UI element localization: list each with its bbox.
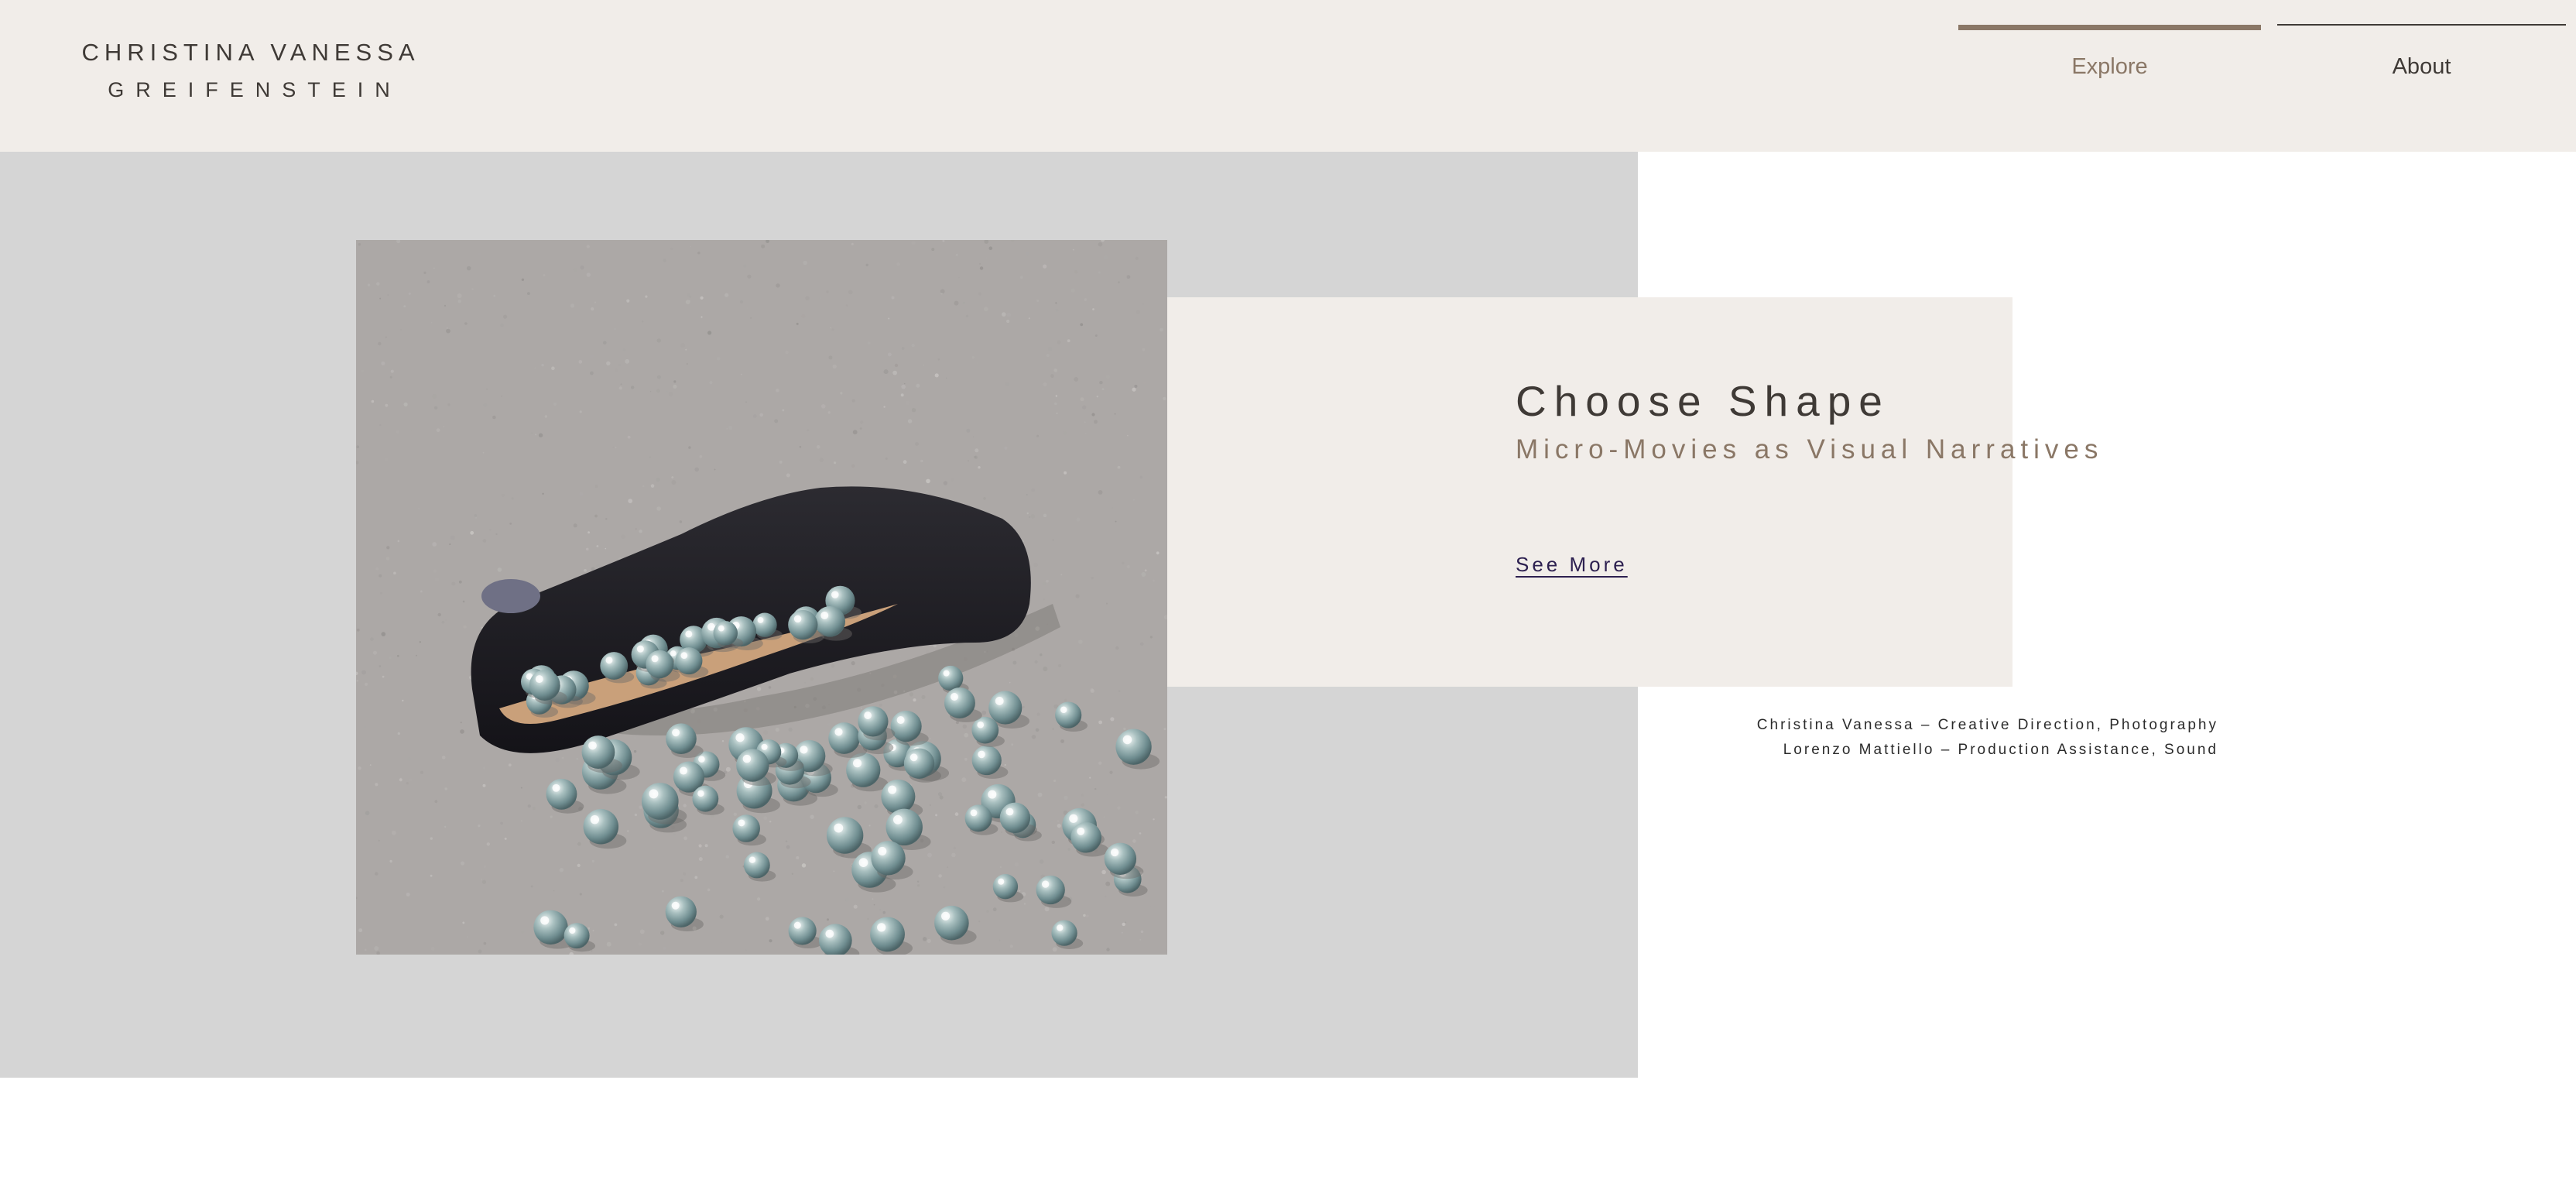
project-photo[interactable] <box>356 240 1167 955</box>
nav-item-about[interactable]: About <box>2277 0 2566 152</box>
see-more-link[interactable]: See More <box>1516 553 1628 577</box>
logo-surname-line: GREIFENSTEIN <box>108 78 402 101</box>
nav-active-indicator <box>1958 25 2261 30</box>
credit-line: Christina Vanessa – Creative Direction, … <box>1756 717 2218 733</box>
project-title: Choose Shape <box>1516 377 1890 425</box>
site-logo[interactable]: CHRISTINA VANESSA GREIFENSTEIN <box>0 0 502 152</box>
nav-item-explore[interactable]: Explore <box>1958 0 2261 152</box>
project-subtitle: Micro-Movies as Visual Narratives <box>1516 434 2104 465</box>
shoe-marbles-image <box>356 240 1167 955</box>
nav-item-about-label: About <box>2392 54 2451 79</box>
credit-line: Lorenzo Mattiello – Production Assistanc… <box>1783 742 2218 758</box>
nav-item-explore-label: Explore <box>2071 54 2148 79</box>
nav-indicator <box>2277 24 2566 26</box>
logo-name-line: CHRISTINA VANESSA <box>81 39 420 66</box>
project-info-card <box>1167 297 2012 687</box>
site-header: CHRISTINA VANESSA GREIFENSTEIN Explore A… <box>0 0 2576 152</box>
